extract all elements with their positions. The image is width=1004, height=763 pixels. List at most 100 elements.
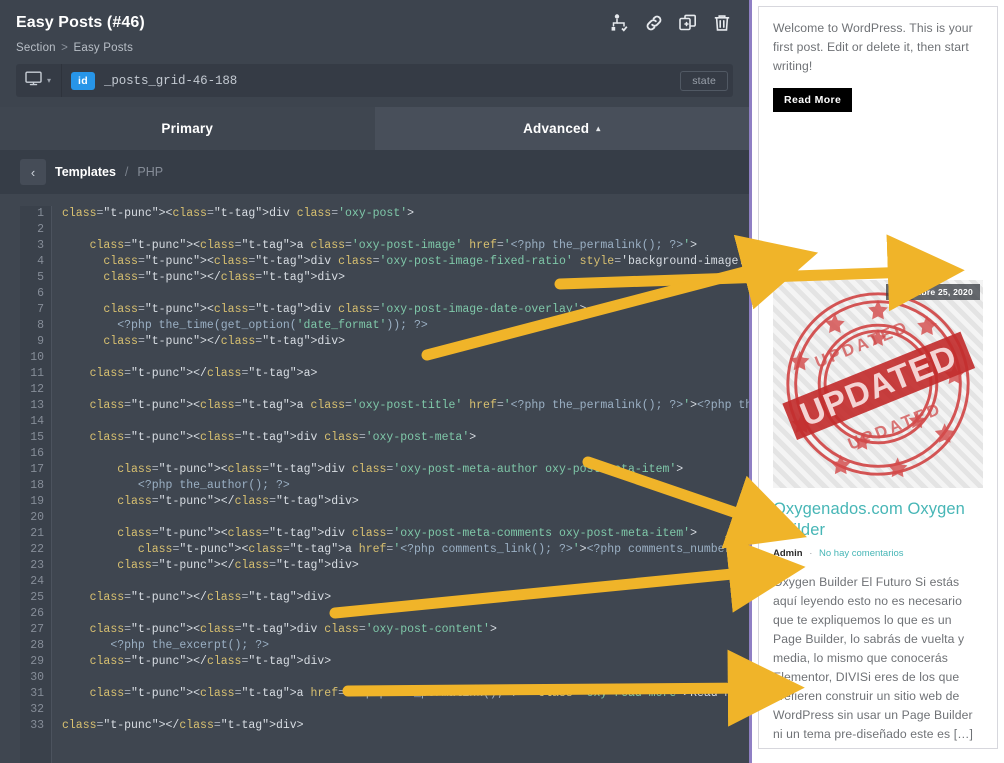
code-line [62, 286, 749, 302]
code-line: class="t-punc"></class="t-tag">div> [62, 270, 749, 286]
code-line: <?php the_time(get_option('date_format')… [62, 318, 749, 334]
line-number: 4 [20, 254, 44, 270]
code-line [62, 350, 749, 366]
line-number: 2 [20, 222, 44, 238]
code-line [62, 510, 749, 526]
code-editor-wrap: 1234567891011121314151617181920212223242… [0, 194, 749, 763]
chevron-up-icon: ▴ [596, 124, 600, 133]
post-meta: Admin · No hay comentarios [773, 548, 983, 559]
line-number: 20 [20, 510, 44, 526]
line-number: 7 [20, 302, 44, 318]
state-button[interactable]: state [680, 71, 728, 91]
code-content[interactable]: class="t-punc"><class="t-tag">div class=… [52, 206, 749, 763]
line-number: 11 [20, 366, 44, 382]
line-number: 17 [20, 462, 44, 478]
line-number: 30 [20, 670, 44, 686]
chevron-down-icon: ▾ [47, 76, 51, 85]
selector-bar: ▾ id _posts_grid-46-188 state [16, 64, 733, 97]
line-number: 10 [20, 350, 44, 366]
post-author: Admin [773, 548, 803, 559]
code-line [62, 414, 749, 430]
line-number: 14 [20, 414, 44, 430]
line-number: 6 [20, 286, 44, 302]
line-number: 33 [20, 718, 44, 734]
post-title-link[interactable]: Oxygenados.com Oxygen Builder [773, 499, 983, 541]
line-number-gutter: 1234567891011121314151617181920212223242… [20, 206, 52, 763]
post-featured-image[interactable]: UPDATED UPDATED UPDATED diciembre 25, 20… [773, 280, 983, 488]
code-line: class="t-punc"><class="t-tag">div class=… [62, 462, 749, 478]
post-excerpt: Oxygen Builder El Futuro Si estás aquí l… [773, 573, 983, 744]
tab-advanced[interactable]: Advanced ▴ [375, 107, 750, 150]
code-line: class="t-punc"><class="t-tag">a href='<?… [62, 542, 749, 558]
tab-primary[interactable]: Primary [0, 107, 375, 150]
code-line [62, 222, 749, 238]
editor-panel: Easy Posts (#46) [0, 0, 749, 763]
code-line: class="t-punc"><class="t-tag">div class=… [62, 206, 749, 222]
subnav-crumb-php: PHP [137, 165, 163, 179]
line-number: 1 [20, 206, 44, 222]
preview-spacer [773, 112, 983, 280]
line-number: 24 [20, 574, 44, 590]
line-number: 22 [20, 542, 44, 558]
line-number: 8 [20, 318, 44, 334]
subnav-crumb-separator: / [125, 165, 128, 179]
code-line: class="t-punc"></class="t-tag">div> [62, 334, 749, 350]
selector-type-badge: id [71, 72, 95, 90]
sub-navigation: ‹ Templates / PHP [0, 150, 749, 194]
line-number: 25 [20, 590, 44, 606]
code-line: class="t-punc"></class="t-tag">div> [62, 590, 749, 606]
post-comments-link[interactable]: No hay comentarios [819, 548, 903, 559]
desktop-icon [25, 71, 42, 91]
code-line: class="t-punc"></class="t-tag">div> [62, 558, 749, 574]
line-number: 28 [20, 638, 44, 654]
selector-id-input[interactable]: _posts_grid-46-188 [104, 74, 680, 88]
line-number: 19 [20, 494, 44, 510]
code-line: class="t-punc"><class="t-tag">a class='o… [62, 238, 749, 254]
updated-stamp-graphic: UPDATED UPDATED UPDATED [780, 286, 976, 482]
trash-icon[interactable] [711, 12, 733, 34]
meta-separator: · [805, 548, 816, 559]
code-line: class="t-punc"><class="t-tag">div class=… [62, 526, 749, 542]
code-line: <?php the_excerpt(); ?> [62, 638, 749, 654]
editor-header: Easy Posts (#46) [0, 0, 749, 107]
line-number: 16 [20, 446, 44, 462]
line-number: 5 [20, 270, 44, 286]
oxygen-builder-screen: Easy Posts (#46) [0, 0, 1004, 763]
breadcrumb-separator: > [59, 42, 70, 54]
header-icon-group [609, 10, 733, 34]
duplicate-icon[interactable] [677, 12, 699, 34]
code-line [62, 702, 749, 718]
code-line: <?php the_author(); ?> [62, 478, 749, 494]
code-line [62, 446, 749, 462]
line-number: 9 [20, 334, 44, 350]
code-line: class="t-punc"><class="t-tag">div class=… [62, 254, 749, 270]
subnav-crumb-templates[interactable]: Templates [55, 165, 116, 179]
code-line: class="t-punc"><class="t-tag">a href='<?… [62, 686, 749, 702]
post-date-overlay: diciembre 25, 2020 [886, 284, 980, 300]
structure-icon[interactable] [609, 12, 631, 34]
preview-lead-text: Welcome to WordPress. This is your first… [773, 19, 983, 76]
editor-title-row: Easy Posts (#46) [16, 10, 733, 34]
line-number: 3 [20, 238, 44, 254]
preview-inner: Welcome to WordPress. This is your first… [758, 6, 998, 749]
link-icon[interactable] [643, 12, 665, 34]
line-number: 32 [20, 702, 44, 718]
code-line: class="t-punc"></class="t-tag">div> [62, 494, 749, 510]
line-number: 18 [20, 478, 44, 494]
line-number: 12 [20, 382, 44, 398]
code-line: class="t-punc"></class="t-tag">a> [62, 366, 749, 382]
line-number: 15 [20, 430, 44, 446]
breadcrumb-current[interactable]: Easy Posts [74, 42, 134, 54]
line-number: 21 [20, 526, 44, 542]
code-line [62, 606, 749, 622]
code-line: class="t-punc"></class="t-tag">div> [62, 654, 749, 670]
breadcrumb-parent[interactable]: Section [16, 42, 56, 54]
code-line [62, 382, 749, 398]
code-line [62, 574, 749, 590]
line-number: 13 [20, 398, 44, 414]
device-selector[interactable]: ▾ [16, 64, 62, 97]
preview-lead-read-more-button[interactable]: Read More [773, 88, 852, 112]
line-number: 23 [20, 558, 44, 574]
back-button[interactable]: ‹ [20, 159, 46, 185]
code-editor[interactable]: 1234567891011121314151617181920212223242… [20, 206, 749, 763]
